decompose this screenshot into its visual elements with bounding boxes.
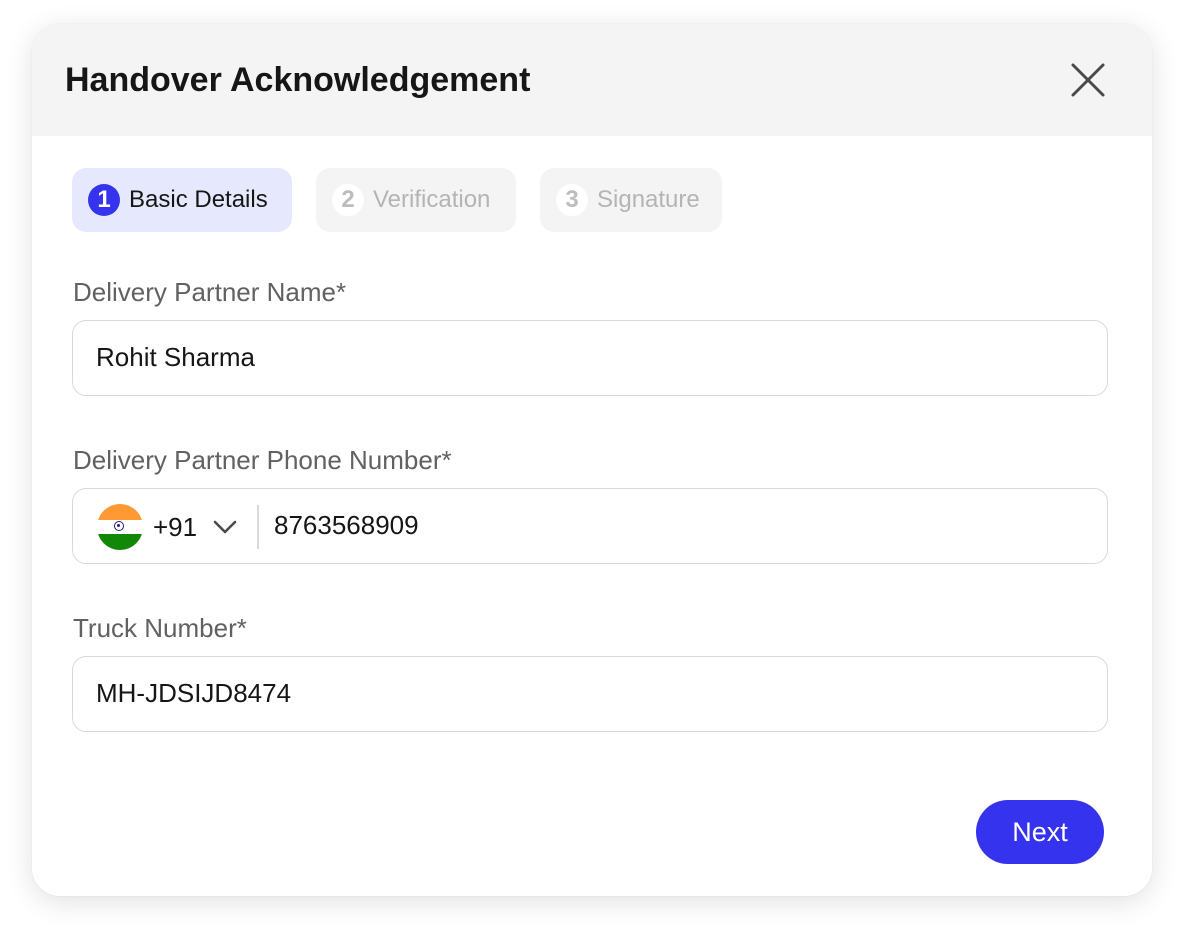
step-verification[interactable]: 2 Verification <box>316 168 516 232</box>
step-signature[interactable]: 3 Signature <box>540 168 722 232</box>
handover-modal: Handover Acknowledgement 1 Basic Details… <box>32 24 1152 896</box>
truck-field-wrapper <box>72 656 1108 732</box>
close-button[interactable] <box>1068 60 1108 100</box>
truck-label: Truck Number* <box>73 613 247 643</box>
name-field-wrapper <box>72 320 1108 396</box>
dial-code: +91 <box>153 511 198 542</box>
step-label: Verification <box>373 186 491 213</box>
step-label: Basic Details <box>129 186 268 213</box>
step-basic-details[interactable]: 1 Basic Details <box>72 168 292 232</box>
next-button[interactable]: Next <box>976 800 1104 864</box>
chevron-down-icon <box>211 513 239 541</box>
country-code-selector[interactable]: +91 <box>97 503 239 551</box>
step-number: 3 <box>556 184 588 216</box>
step-number: 1 <box>88 184 120 216</box>
close-icon <box>1071 63 1105 97</box>
phone-label: Delivery Partner Phone Number* <box>73 445 452 475</box>
truck-number-input[interactable] <box>96 657 1076 730</box>
name-label: Delivery Partner Name* <box>73 277 347 307</box>
phone-field-wrapper: +91 <box>72 488 1108 564</box>
modal-header: Handover Acknowledgement <box>32 24 1152 136</box>
india-flag-icon <box>97 504 143 550</box>
phone-divider <box>257 505 259 549</box>
modal-title: Handover Acknowledgement <box>65 61 531 99</box>
step-label: Signature <box>597 186 700 213</box>
phone-number-input[interactable] <box>274 489 1094 562</box>
delivery-partner-name-input[interactable] <box>96 321 1076 394</box>
step-number: 2 <box>332 184 364 216</box>
